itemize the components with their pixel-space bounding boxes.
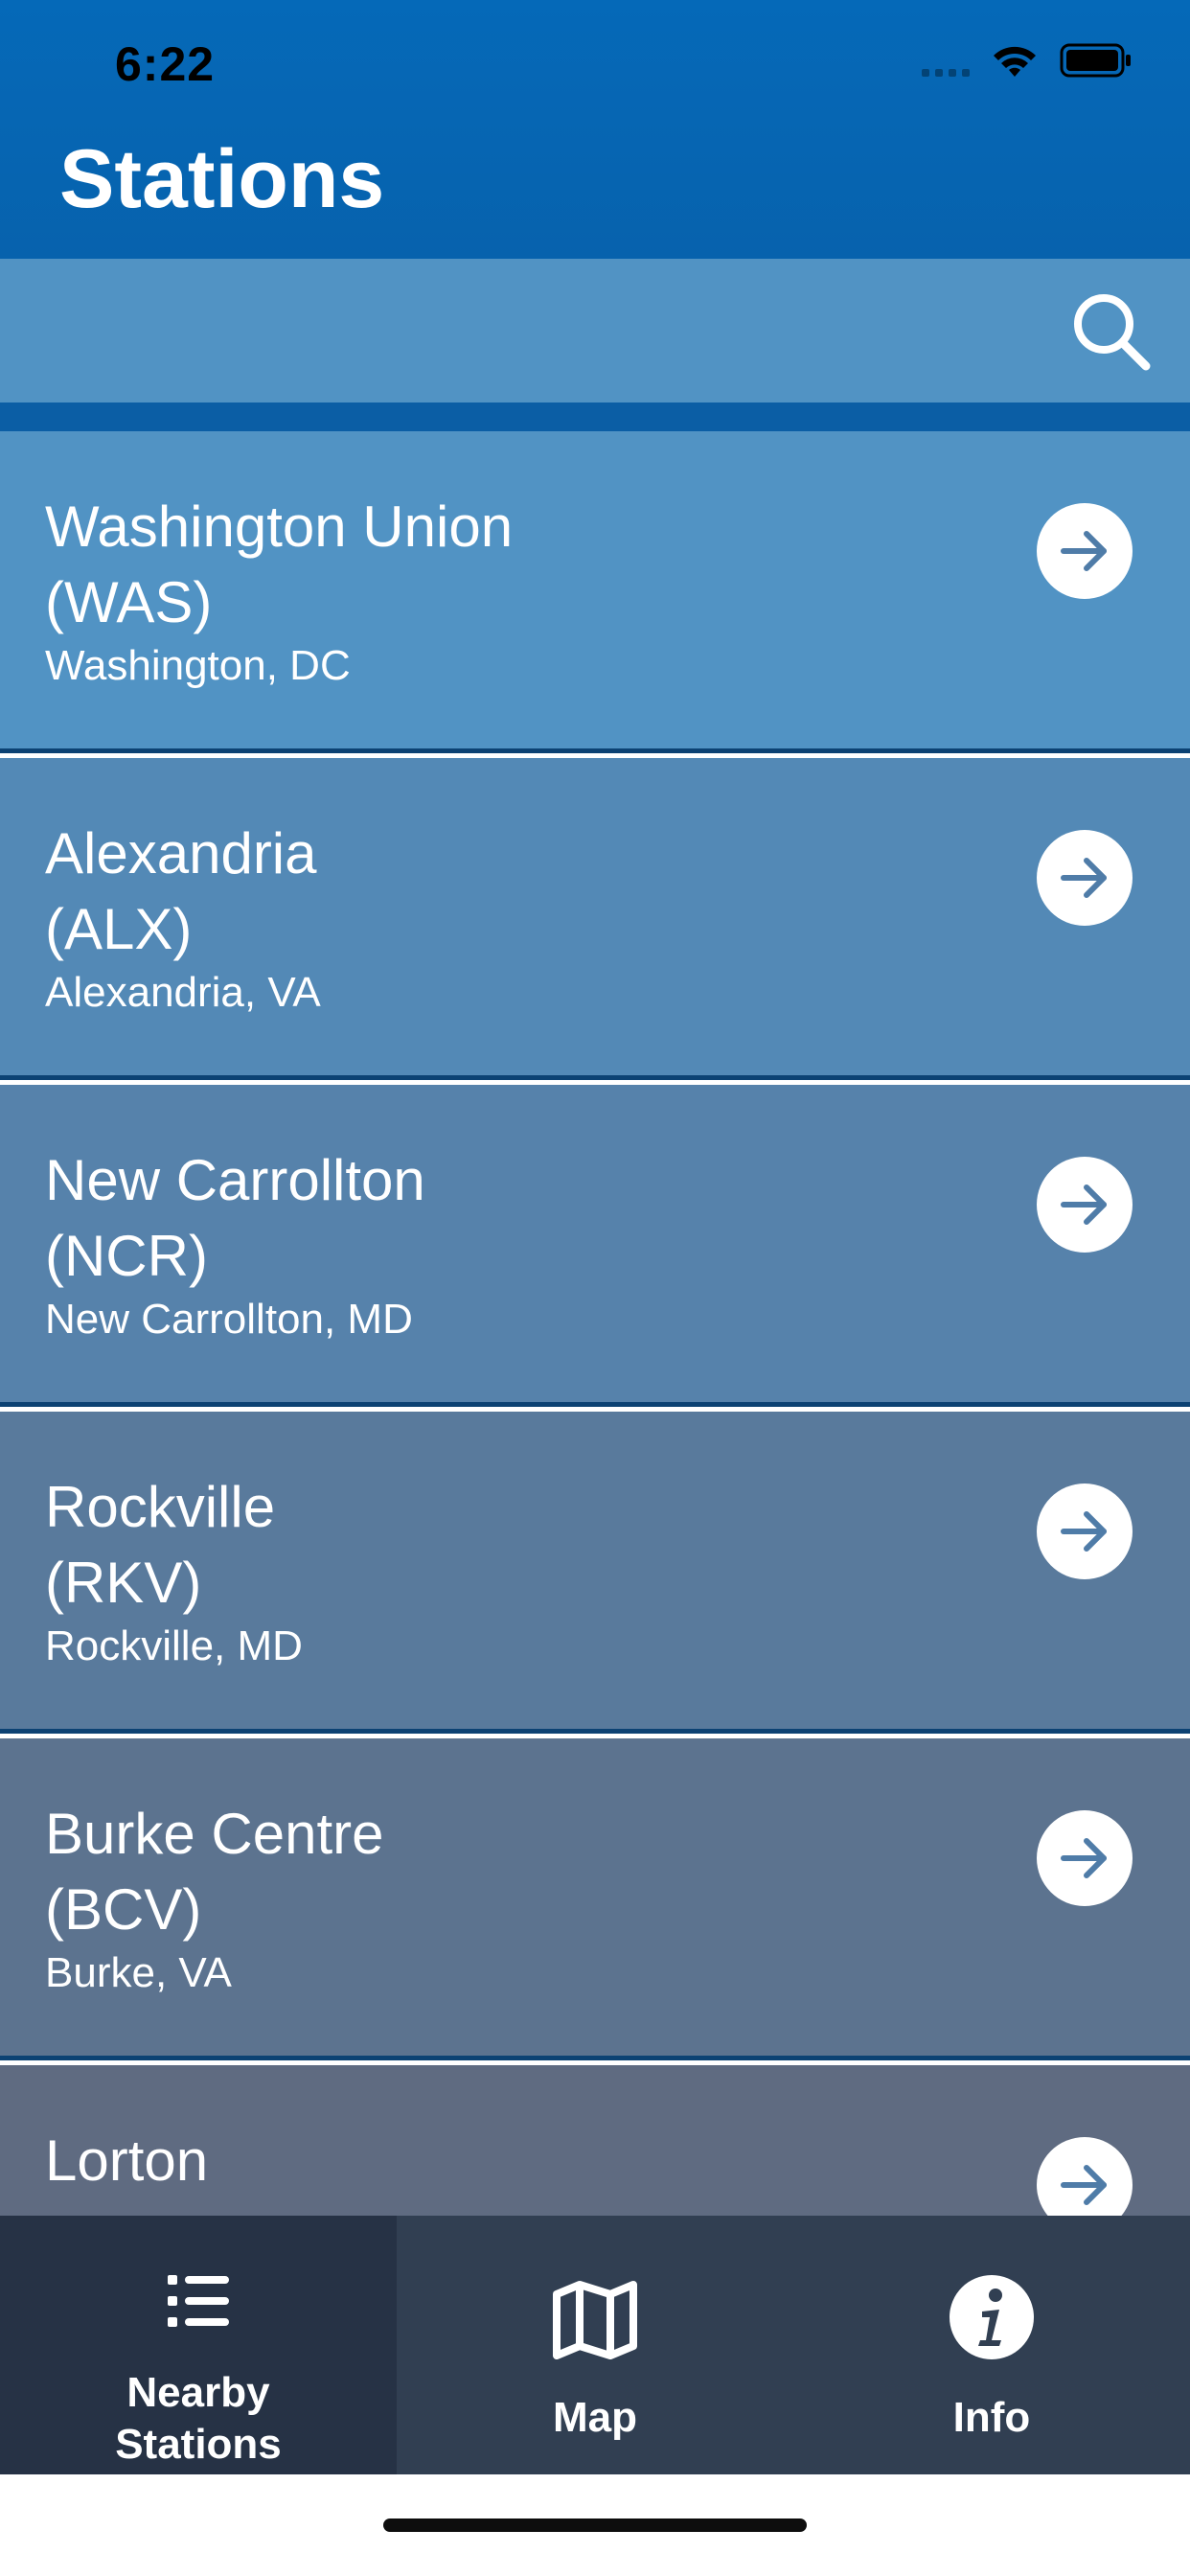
station-row[interactable]: Burke Centre (BCV) Burke, VA: [0, 1738, 1190, 2060]
tab-label: Map: [553, 2394, 637, 2441]
battery-icon: [1060, 43, 1131, 78]
home-indicator-area: [0, 2474, 1190, 2576]
station-location: Rockville, MD: [45, 1622, 303, 1669]
search-icon[interactable]: [1069, 289, 1152, 372]
cellular-signal-icon: [922, 44, 970, 77]
status-icons: [922, 42, 1133, 79]
tab-label: Info: [952, 2394, 1031, 2441]
tab-info[interactable]: Info: [793, 2216, 1190, 2474]
station-location: Washington, DC: [45, 642, 351, 689]
wifi-icon: [994, 46, 1036, 77]
arrow-right-icon: [1061, 531, 1107, 571]
arrow-right-icon: [1061, 1838, 1107, 1878]
station-detail-button[interactable]: [1037, 1157, 1133, 1253]
station-detail-button[interactable]: [1037, 503, 1133, 599]
station-row[interactable]: Washington Union (WAS) Washington, DC: [0, 431, 1190, 753]
station-name: Lorton: [45, 2128, 209, 2193]
station-location: New Carrollton, MD: [45, 1296, 413, 1343]
station-name: New Carrollton: [45, 1148, 425, 1212]
arrow-right-icon: [1061, 858, 1107, 898]
app-screen: 6:22 Stations Washington Union (WAS) Was…: [0, 0, 1190, 2576]
station-name: Washington Union: [45, 494, 514, 559]
header-separator: [0, 402, 1190, 431]
station-detail-button[interactable]: [1037, 830, 1133, 926]
list-icon: [168, 2275, 229, 2327]
station-row[interactable]: Lorton: [0, 2065, 1190, 2216]
station-row[interactable]: Alexandria (ALX) Alexandria, VA: [0, 758, 1190, 1080]
map-icon: [553, 2281, 637, 2359]
station-code: (ALX): [45, 897, 193, 961]
tab-nearby-stations[interactable]: Nearby Stations: [0, 2216, 397, 2474]
station-location: Burke, VA: [45, 1949, 232, 1996]
station-code: (WAS): [45, 570, 213, 634]
station-code: (RKV): [45, 1551, 202, 1615]
tab-bar: Nearby Stations Map Info: [0, 2216, 1190, 2474]
arrow-right-icon: [1061, 2165, 1107, 2205]
station-row[interactable]: Rockville (RKV) Rockville, MD: [0, 1412, 1190, 1734]
status-time: 6:22: [115, 37, 216, 91]
station-code: (BCV): [45, 1877, 202, 1942]
tab-label: Nearby Stations: [115, 2369, 282, 2468]
search-input[interactable]: [38, 288, 1029, 376]
search-bar: [0, 259, 1190, 402]
tab-map[interactable]: Map: [397, 2216, 793, 2474]
station-location: Alexandria, VA: [45, 969, 321, 1016]
page-title: Stations: [59, 133, 385, 225]
header: 6:22 Stations: [0, 0, 1190, 259]
station-list: Washington Union (WAS) Washington, DC Al…: [0, 431, 1190, 2216]
station-name: Rockville: [45, 1475, 276, 1539]
home-indicator[interactable]: [383, 2518, 807, 2532]
station-detail-button[interactable]: [1037, 2137, 1133, 2216]
station-detail-button[interactable]: [1037, 1810, 1133, 1906]
station-code: (NCR): [45, 1224, 208, 1288]
station-row[interactable]: New Carrollton (NCR) New Carrollton, MD: [0, 1085, 1190, 1407]
station-name: Alexandria: [45, 821, 317, 886]
station-name: Burke Centre: [45, 1802, 384, 1866]
station-detail-button[interactable]: [1037, 1484, 1133, 1579]
info-icon: [950, 2275, 1034, 2359]
arrow-right-icon: [1061, 1511, 1107, 1552]
arrow-right-icon: [1061, 1184, 1107, 1225]
